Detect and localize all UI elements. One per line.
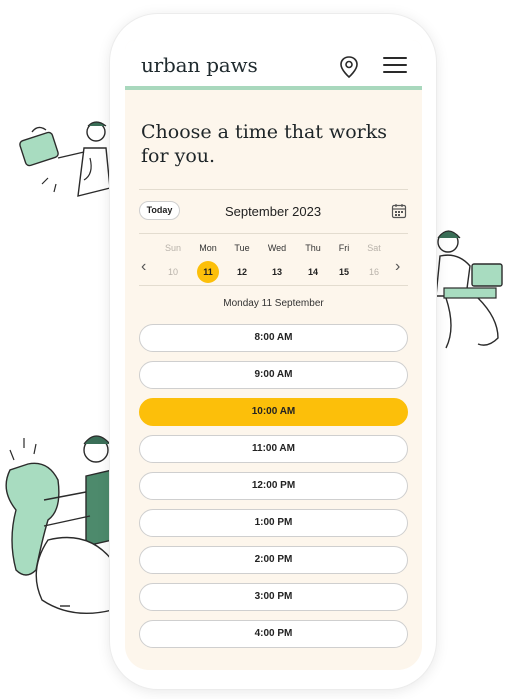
day-sat[interactable]: Sat 16	[359, 242, 389, 283]
day-of-week: Fri	[338, 243, 350, 253]
timeslot-button[interactable]: 8:00 AM	[139, 324, 408, 352]
vet-with-bag-illustration	[18, 118, 118, 204]
timeslot-button[interactable]: 1:00 PM	[139, 509, 408, 537]
day-sun[interactable]: Sun 10	[158, 242, 188, 283]
day-number: 15	[338, 267, 349, 277]
day-of-week: Thu	[305, 243, 321, 253]
timeslot-button[interactable]: 2:00 PM	[139, 546, 408, 574]
hamburger-menu-icon[interactable]	[383, 57, 407, 75]
day-tue[interactable]: Tue 12	[227, 242, 257, 283]
brand-logo[interactable]: urban paws	[141, 53, 258, 77]
divider	[139, 233, 408, 234]
selected-date-label: Monday 11 September	[223, 298, 324, 309]
person-holding-cat-illustration	[0, 430, 112, 620]
timeslot-button-selected[interactable]: 10:00 AM	[139, 398, 408, 426]
booking-screen: urban paws Choose a time that works for …	[125, 40, 422, 670]
month-label: September 2023	[224, 204, 322, 219]
day-of-week: Sun	[164, 243, 181, 253]
day-number: 10	[167, 267, 178, 277]
today-button[interactable]: Today	[139, 201, 180, 220]
timeslot-button[interactable]: 12:00 PM	[139, 472, 408, 500]
timeslot-button[interactable]: 9:00 AM	[139, 361, 408, 389]
timeslot-button[interactable]: 11:00 AM	[139, 435, 408, 463]
day-fri[interactable]: Fri 15	[329, 242, 359, 283]
day-of-week: Tue	[234, 243, 250, 253]
day-of-week: Wed	[267, 243, 287, 253]
timeslot-button[interactable]: 4:00 PM	[139, 620, 408, 648]
timeslot-button[interactable]: 3:00 PM	[139, 583, 408, 611]
divider	[139, 285, 408, 286]
day-number: 11	[197, 261, 219, 283]
person-with-laptop-illustration	[434, 226, 511, 356]
day-number: 16	[368, 267, 379, 277]
app-header: urban paws	[125, 40, 422, 90]
day-mon[interactable]: Mon 11	[193, 242, 223, 283]
day-of-week: Mon	[199, 243, 217, 253]
day-number: 12	[236, 267, 247, 277]
day-number: 13	[271, 267, 282, 277]
day-number: 14	[307, 267, 318, 277]
day-wed[interactable]: Wed 13	[262, 242, 292, 283]
day-thu[interactable]: Thu 14	[298, 242, 328, 283]
calendar-icon[interactable]	[391, 203, 407, 219]
prev-week-chevron-icon[interactable]: ‹	[141, 259, 146, 275]
next-week-chevron-icon[interactable]: ›	[395, 259, 400, 275]
page-title: Choose a time that works for you.	[141, 121, 387, 167]
divider	[139, 189, 408, 190]
location-pin-icon[interactable]	[339, 55, 359, 79]
day-of-week: Sat	[367, 243, 381, 253]
